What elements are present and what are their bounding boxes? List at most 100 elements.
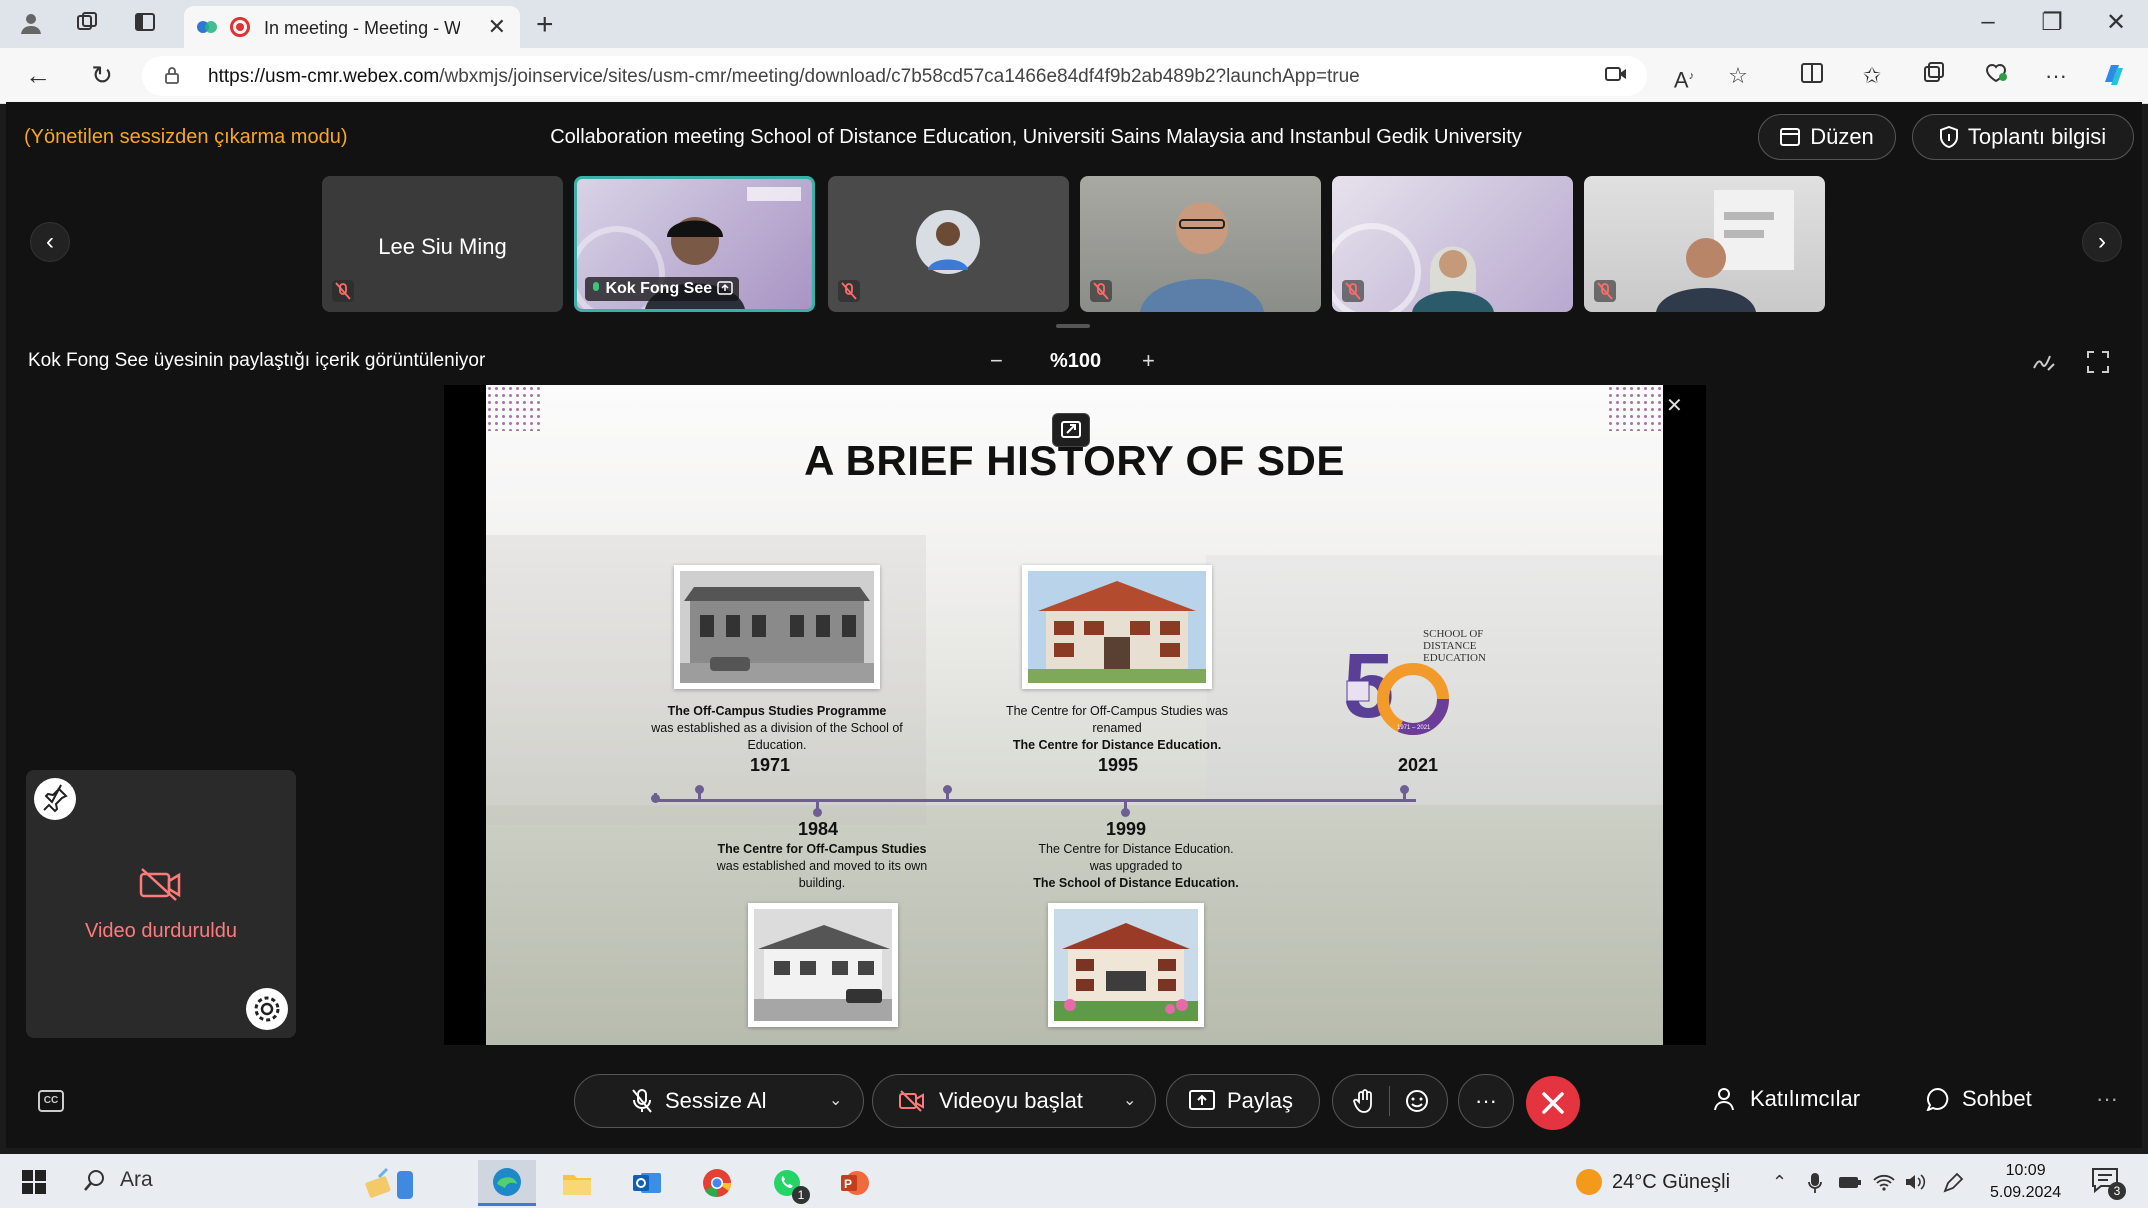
taskbar-search[interactable]: Ara — [84, 1168, 153, 1192]
timeline-axis — [656, 799, 1416, 802]
folder-icon — [563, 1175, 591, 1195]
profile-icon[interactable] — [16, 10, 46, 38]
participants-button[interactable]: Katılımcılar — [1714, 1086, 1860, 1112]
share-button[interactable]: Paylaş — [1166, 1074, 1320, 1128]
leave-meeting-button[interactable] — [1526, 1076, 1580, 1130]
clock-time: 10:09 — [2005, 1162, 2046, 1179]
event-1999-text: The Centre for Distance Education. was u… — [1033, 842, 1239, 890]
participant-name: Kok Fong See — [605, 280, 713, 297]
tray-expand-icon[interactable]: ⌃ — [1772, 1172, 1787, 1193]
weather-widget[interactable]: 24°C Güneşli — [1576, 1169, 1730, 1195]
taskbar-edge[interactable] — [478, 1160, 536, 1206]
strip-next-button[interactable]: › — [2082, 222, 2122, 262]
microphone-tray-icon[interactable] — [1808, 1172, 1822, 1194]
chat-icon — [1926, 1087, 1949, 1111]
svg-text:DISTANCE: DISTANCE — [1423, 640, 1477, 652]
event-1995-text: The Centre for Off-Campus Studies was re… — [1005, 704, 1229, 752]
start-video-button[interactable]: Videoyu başlat ⌄ — [872, 1074, 1156, 1128]
browser-tab-active[interactable]: In meeting - Meeting - Webe ✕ — [184, 6, 520, 48]
participant-video — [1332, 223, 1494, 312]
collections-icon[interactable] — [1918, 60, 1950, 92]
mute-options-chevron-icon[interactable]: ⌄ — [829, 1090, 842, 1110]
camera-permission-icon[interactable] — [1600, 60, 1632, 92]
timeline-tick-1995 — [943, 785, 952, 801]
pen-icon[interactable] — [1942, 1172, 1964, 1194]
minimize-button[interactable]: – — [1968, 8, 2008, 36]
meeting-info-label: Toplantı bilgisi — [1967, 124, 2107, 149]
participants-icon — [1714, 1088, 1734, 1111]
closed-captions-button[interactable]: CC — [38, 1090, 64, 1112]
strip-prev-button[interactable]: ‹ — [30, 222, 70, 262]
participant-tile[interactable] — [1584, 176, 1825, 312]
annotate-icon[interactable] — [2030, 348, 2058, 376]
copilot-icon[interactable] — [2098, 60, 2130, 92]
participant-tile[interactable] — [1080, 176, 1321, 312]
layout-button[interactable]: Düzen — [1758, 114, 1896, 160]
battery-icon[interactable] — [1838, 1172, 1862, 1192]
settings-more-icon[interactable]: ··· — [2040, 60, 2072, 92]
workspaces-icon[interactable] — [72, 10, 102, 38]
split-screen-icon[interactable] — [1796, 60, 1828, 92]
taskbar-whatsapp[interactable]: 1 — [758, 1160, 816, 1206]
strip-resize-handle[interactable] — [1056, 324, 1090, 328]
pop-out-share-button[interactable] — [1052, 413, 1090, 447]
mic-muted-icon — [632, 1089, 652, 1113]
back-button[interactable]: ← — [20, 60, 56, 91]
url-text: https://usm-cmr.webex.com/wbxmjs/joinser… — [208, 66, 1360, 87]
meeting-info-button[interactable]: Toplantı bilgisi — [1912, 114, 2134, 160]
new-tab-button[interactable]: + — [536, 8, 554, 42]
more-panels-icon[interactable]: ··· — [2096, 1086, 2118, 1112]
svg-text:1971 – 2021: 1971 – 2021 — [1397, 725, 1431, 731]
participant-tile-active-speaker[interactable]: Kok Fong See — [574, 176, 815, 312]
taskbar-powerpoint[interactable]: P — [826, 1160, 884, 1206]
shared-content-area[interactable]: A BRIEF HISTORY OF SDE The Off-Campus St… — [444, 385, 1706, 1045]
chat-button[interactable]: Sohbet — [1926, 1086, 2032, 1112]
tab-actions-icon[interactable] — [130, 10, 160, 38]
favorites-icon[interactable]: ✩ — [1856, 60, 1888, 92]
stop-viewing-close-icon[interactable]: ✕ — [1666, 393, 1683, 418]
raise-hand-icon[interactable] — [1353, 1088, 1375, 1114]
muted-mic-icon — [838, 280, 860, 302]
taskbar-file-explorer[interactable] — [548, 1160, 606, 1206]
windows-start-icon[interactable] — [22, 1170, 46, 1194]
taskbar-chrome[interactable] — [688, 1160, 746, 1206]
zoom-out-button[interactable]: − — [990, 348, 1003, 374]
favorite-star-icon[interactable]: ☆ — [1722, 60, 1754, 92]
restore-button[interactable]: ❐ — [2032, 8, 2072, 37]
tab-close-icon[interactable]: ✕ — [488, 14, 506, 40]
shield-info-icon — [1939, 126, 1958, 148]
sde-50th-anniversary-logo: 5 SCHOOL OF DISTANCE EDUCATION 1971 – 20… — [1343, 628, 1486, 737]
read-aloud-icon[interactable]: A♪ — [1668, 60, 1700, 92]
notifications-button[interactable]: 3 — [2090, 1166, 2126, 1200]
reaction-emoji-icon[interactable] — [1404, 1088, 1430, 1114]
mute-label: Sessize Al — [665, 1088, 767, 1113]
mute-button[interactable]: Sessize Al ⌄ — [574, 1074, 864, 1128]
system-clock[interactable]: 10:09 5.09.2024 — [1990, 1160, 2061, 1204]
close-icon — [1542, 1092, 1564, 1114]
taskbar-outlook[interactable] — [618, 1160, 676, 1206]
share-label: Paylaş — [1227, 1088, 1294, 1113]
search-highlight-icon[interactable] — [362, 1160, 420, 1206]
self-view-settings-button[interactable] — [246, 988, 288, 1030]
refresh-button[interactable]: ↻ — [84, 60, 120, 91]
url-field[interactable]: https://usm-cmr.webex.com/wbxmjs/joinser… — [142, 56, 1647, 96]
participant-tile[interactable] — [1332, 176, 1573, 312]
fullscreen-icon[interactable] — [2084, 348, 2112, 376]
year-1971: 1971 — [750, 755, 791, 775]
svg-text:SCHOOL OF: SCHOOL OF — [1423, 628, 1483, 640]
volume-icon[interactable] — [1904, 1172, 1928, 1192]
pin-button[interactable] — [34, 778, 76, 820]
chrome-icon — [703, 1169, 732, 1198]
participant-tile[interactable] — [828, 176, 1069, 312]
browser-essentials-icon[interactable] — [1980, 60, 2012, 92]
video-options-chevron-icon[interactable]: ⌄ — [1123, 1090, 1136, 1110]
close-window-button[interactable]: ✕ — [2096, 8, 2136, 37]
more-options-button[interactable]: ··· — [1458, 1074, 1514, 1128]
participant-tile[interactable]: Lee Siu Ming — [322, 176, 563, 312]
participant-video — [1140, 202, 1264, 312]
zoom-in-button[interactable]: + — [1142, 348, 1155, 374]
layout-icon — [1780, 128, 1801, 146]
wifi-icon[interactable] — [1872, 1172, 1896, 1192]
participants-label: Katılımcılar — [1750, 1086, 1861, 1111]
photo-1971-building — [674, 565, 880, 689]
